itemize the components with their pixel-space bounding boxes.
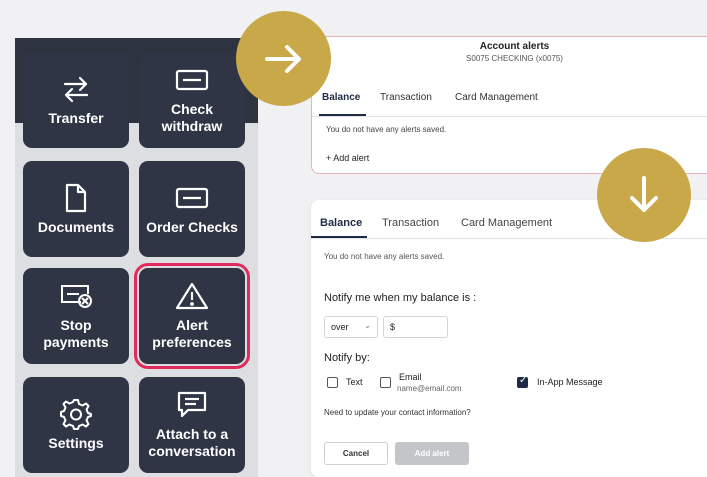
stop-payment-icon [59, 281, 93, 311]
gear-icon [60, 398, 92, 430]
tile-label: Settings [48, 434, 104, 451]
amount-input[interactable]: $ [383, 316, 448, 338]
email-option-label: Email [399, 372, 422, 382]
inapp-option-label: In-App Message [537, 377, 603, 387]
email-checkbox[interactable] [380, 377, 391, 388]
tile-label: Alert preferences [152, 317, 232, 350]
tile-label: Order Checks [146, 218, 238, 235]
cancel-button[interactable]: Cancel [324, 442, 388, 465]
transfer-tile[interactable]: Transfer [23, 52, 129, 148]
text-checkbox[interactable] [327, 377, 338, 388]
active-tab-indicator [311, 236, 367, 238]
tab-transaction[interactable]: Transaction [380, 92, 432, 103]
empty-alerts-text: You do not have any alerts saved. [324, 252, 445, 261]
chevron-down-icon: ⌄ [364, 321, 371, 330]
order-checks-tile[interactable]: Order Checks [139, 161, 245, 257]
check-withdraw-tile[interactable]: Check withdraw [139, 52, 245, 148]
email-address: name@email.com [397, 384, 462, 393]
add-alert-button[interactable]: Add alert [395, 442, 469, 465]
tab-balance[interactable]: Balance [320, 217, 362, 229]
alert-preferences-tile[interactable]: Alert preferences [134, 263, 250, 369]
transfer-icon [60, 74, 92, 104]
notify-by-label: Notify by: [324, 352, 370, 364]
tab-divider [312, 116, 707, 117]
arrow-down-icon [597, 148, 691, 242]
condition-select[interactable]: over ⌄ [324, 316, 378, 338]
update-contact-link[interactable]: Need to update your contact information? [324, 408, 471, 417]
card-title: Account alerts [479, 41, 550, 52]
account-subtitle: S0075 CHECKING (x0075) [466, 54, 563, 63]
active-tab-indicator [319, 114, 366, 116]
warning-icon [175, 281, 209, 311]
add-alert-link[interactable]: + Add alert [326, 153, 369, 163]
inapp-checkbox[interactable] [517, 375, 528, 388]
arrow-right-icon [236, 11, 331, 106]
documents-tile[interactable]: Documents [23, 161, 129, 257]
tab-card-management[interactable]: Card Management [455, 92, 538, 103]
tile-label: Transfer [48, 109, 104, 126]
document-icon [64, 183, 88, 213]
tile-label: Attach to a conversation [148, 426, 236, 459]
empty-alerts-text: You do not have any alerts saved. [326, 125, 447, 134]
tile-label: Documents [37, 218, 115, 235]
text-option-label: Text [346, 377, 363, 387]
check-icon [175, 183, 209, 213]
tile-label: Check withdraw [161, 101, 223, 134]
check-icon [175, 65, 209, 95]
stop-payments-tile[interactable]: Stop payments [23, 268, 129, 364]
tab-card-management[interactable]: Card Management [461, 217, 552, 229]
tab-transaction[interactable]: Transaction [382, 217, 439, 229]
settings-tile[interactable]: Settings [23, 377, 129, 473]
currency-prefix: $ [390, 322, 396, 332]
attach-conversation-tile[interactable]: Attach to a conversation [139, 377, 245, 473]
balance-condition-label: Notify me when my balance is : [324, 292, 477, 304]
tile-label: Stop payments [43, 317, 109, 350]
tab-balance[interactable]: Balance [322, 92, 360, 103]
condition-value: over [331, 322, 349, 332]
chat-icon [176, 390, 208, 420]
